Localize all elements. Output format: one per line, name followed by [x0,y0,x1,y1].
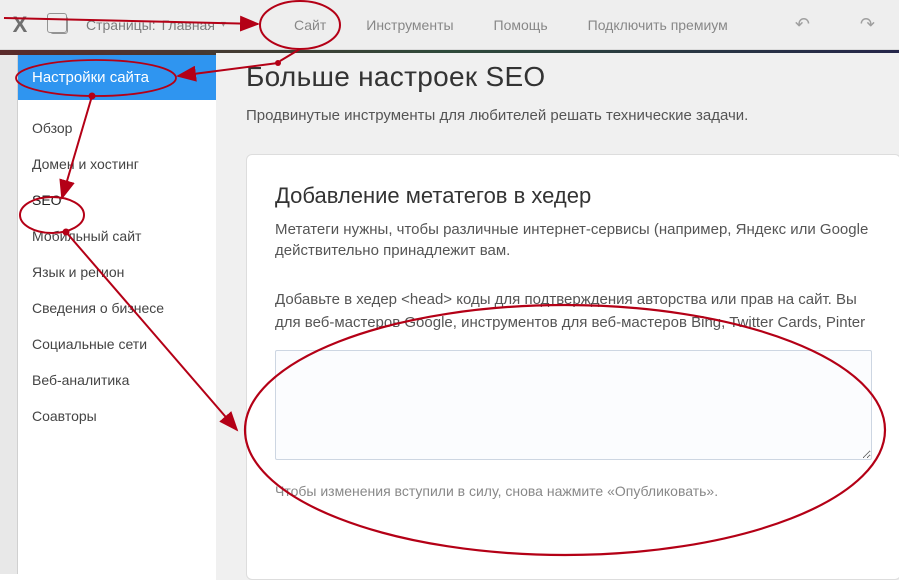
redo-icon[interactable]: ↷ [860,14,875,35]
current-page-name: Главная [162,17,215,33]
sidebar-item-social[interactable]: Социальные сети [18,326,216,362]
chevron-down-icon: ▾ [221,19,226,30]
sidebar-item-coauthors[interactable]: Соавторы [18,398,216,434]
sidebar-item-domain[interactable]: Домен и хостинг [18,146,216,182]
page-subtitle: Продвинутые инструменты для любителей ре… [246,107,899,124]
sidebar-item-overview[interactable]: Обзор [18,110,216,146]
card-note: Чтобы изменения вступили в силу, снова н… [275,483,872,499]
undo-icon[interactable]: ↶ [795,14,810,35]
pages-selector[interactable]: Страницы: Главная ▾ [86,17,226,33]
left-column: Настройки сайта Обзор Домен и хостинг SE… [18,55,216,574]
side-rail [0,55,18,574]
pages-label: Страницы: [86,17,156,33]
settings-header: Настройки сайта [18,55,216,100]
card-heading: Добавление метатегов в хедер [275,183,872,209]
sidebar-item-analytics[interactable]: Веб-аналитика [18,362,216,398]
sidebar-item-mobile[interactable]: Мобильный сайт [18,218,216,254]
sidebar-item-language[interactable]: Язык и регион [18,254,216,290]
card-paragraph-2: Добавьте в хедер <head> коды для подтвер… [275,289,872,334]
menu-tools[interactable]: Инструменты [366,17,453,33]
settings-sidebar: Обзор Домен и хостинг SEO Мобильный сайт… [18,100,216,574]
sidebar-item-seo[interactable]: SEO [18,182,216,218]
metatags-card: Добавление метатегов в хедер Метатеги ну… [246,154,899,580]
menu-premium[interactable]: Подключить премиум [588,17,728,33]
metatags-input[interactable] [275,350,872,460]
main-area: Настройки сайта Обзор Домен и хостинг SE… [0,55,899,574]
pages-stack-icon[interactable] [50,16,68,34]
card-paragraph-1: Метатеги нужны, чтобы различные интернет… [275,219,872,261]
content-area: Больше настроек SEO Продвинутые инструме… [216,55,899,574]
top-menu: Сайт Инструменты Помощь Подключить преми… [294,17,728,33]
page-title: Больше настроек SEO [246,53,899,93]
top-toolbar: X Страницы: Главная ▾ Сайт Инструменты П… [0,0,899,50]
sidebar-item-business[interactable]: Сведения о бизнесе [18,290,216,326]
logo: X [8,13,32,37]
menu-help[interactable]: Помощь [494,17,548,33]
settings-header-label: Настройки сайта [32,69,149,86]
menu-site[interactable]: Сайт [294,17,326,33]
